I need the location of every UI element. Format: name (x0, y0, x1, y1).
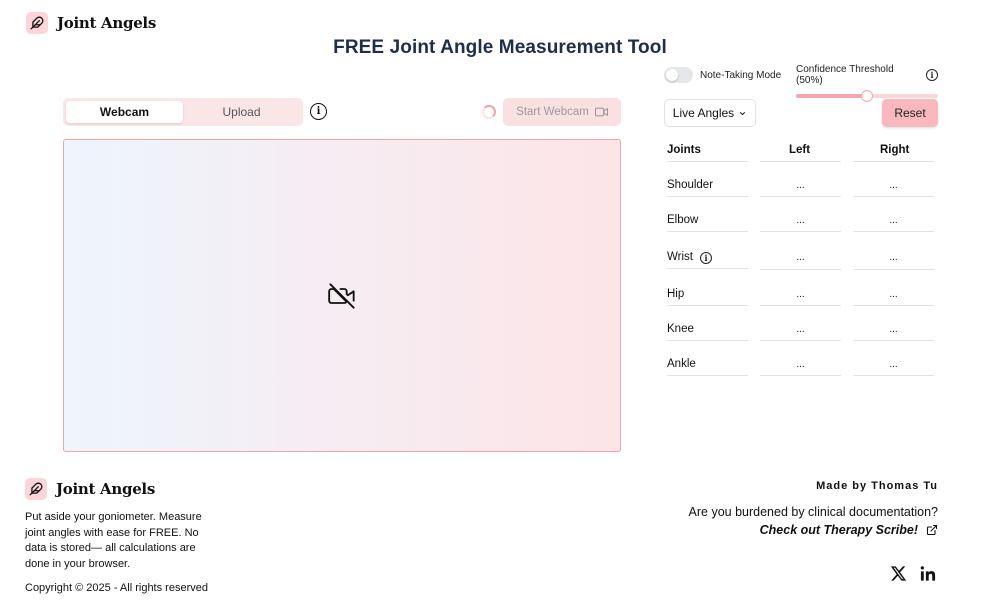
video-off-icon (328, 282, 355, 309)
header-logo[interactable]: Joint Angels (26, 12, 156, 34)
joint-knee: Knee (667, 323, 694, 335)
divider (760, 305, 841, 306)
hip-right: ... (889, 289, 898, 300)
view-select[interactable]: Live Angles (664, 99, 756, 127)
feather-icon (26, 12, 48, 34)
divider (853, 305, 934, 306)
video-preview (63, 139, 621, 452)
confidence-slider[interactable] (796, 90, 938, 102)
divider (760, 375, 841, 376)
joint-elbow: Elbow (667, 214, 699, 226)
header-left: Left (789, 144, 811, 156)
note-taking-label: Note-Taking Mode (700, 69, 782, 81)
divider (853, 196, 934, 197)
external-link-icon (926, 524, 938, 536)
footer-description: Put aside your goniometer. Measure joint… (25, 511, 202, 570)
info-icon[interactable]: i (310, 103, 327, 120)
view-select-value: Live Angles (672, 106, 735, 120)
divider (853, 340, 934, 341)
footer-brand-name: Joint Angels (56, 480, 155, 498)
slider-fill (796, 94, 867, 98)
divider (853, 231, 934, 232)
knee-left: ... (796, 324, 805, 335)
info-icon[interactable]: i (699, 252, 712, 264)
divider (760, 340, 841, 341)
start-webcam-button[interactable]: Start Webcam (503, 98, 621, 126)
tab-webcam[interactable]: Webcam (66, 101, 183, 123)
shoulder-right: ... (889, 180, 898, 191)
joint-ankle: Ankle (667, 358, 696, 370)
divider (667, 305, 748, 306)
header-joints: Joints (667, 144, 701, 156)
info-icon[interactable]: i (926, 69, 938, 81)
joint-shoulder: Shoulder (667, 179, 714, 191)
wrist-right: ... (889, 252, 898, 263)
copyright: Copyright © 2025 - All rights reserved (25, 582, 208, 594)
header-right: Right (880, 144, 910, 156)
hip-left: ... (796, 289, 805, 300)
divider (853, 375, 934, 376)
divider (760, 196, 841, 197)
ankle-left: ... (796, 359, 805, 370)
made-by: Made by Thomas Tu (816, 480, 938, 492)
joint-hip: Hip (667, 288, 685, 300)
x-icon[interactable] (890, 565, 907, 587)
tab-upload[interactable]: Upload (183, 101, 300, 123)
toggle-switch[interactable] (664, 67, 693, 83)
divider (667, 340, 748, 341)
divider (667, 196, 748, 197)
elbow-left: ... (796, 215, 805, 226)
footer-logo[interactable]: Joint Angels (25, 478, 155, 500)
confidence-label: Confidence Threshold (50%) (796, 64, 894, 86)
therapy-scribe-link[interactable]: Check out Therapy Scribe! (760, 523, 938, 537)
divider (760, 269, 841, 270)
divider (667, 231, 748, 232)
feather-icon (25, 478, 47, 500)
source-tabs: Webcam Upload (63, 98, 303, 126)
divider (667, 268, 748, 269)
divider (667, 375, 748, 376)
divider (760, 161, 841, 162)
reset-button[interactable]: Reset (882, 99, 938, 127)
brand-name: Joint Angels (57, 14, 156, 32)
wrist-left: ... (796, 252, 805, 263)
divider (853, 161, 934, 162)
burden-text: Are you burdened by clinical documentati… (688, 505, 938, 519)
video-camera-icon (594, 107, 608, 117)
start-webcam-label: Start Webcam (516, 106, 589, 118)
divider (667, 161, 748, 162)
confidence-threshold: Confidence Threshold (50%) i (796, 64, 938, 102)
divider (853, 269, 934, 270)
joint-wrist-label: Wrist (667, 251, 693, 263)
note-taking-toggle[interactable]: Note-Taking Mode (664, 67, 781, 83)
joint-wrist: Wrist i (667, 251, 712, 264)
linkedin-icon[interactable] (919, 565, 937, 587)
shoulder-left: ... (796, 180, 805, 191)
ankle-right: ... (889, 359, 898, 370)
page-title: FREE Joint Angle Measurement Tool (333, 37, 667, 58)
toggle-knob (666, 69, 678, 81)
therapy-scribe-label: Check out Therapy Scribe! (759, 523, 918, 537)
loading-spinner-icon (482, 105, 496, 119)
knee-right: ... (889, 324, 898, 335)
divider (760, 231, 841, 232)
elbow-right: ... (889, 215, 898, 226)
chevron-down-icon (740, 111, 746, 115)
slider-thumb[interactable] (861, 90, 873, 102)
